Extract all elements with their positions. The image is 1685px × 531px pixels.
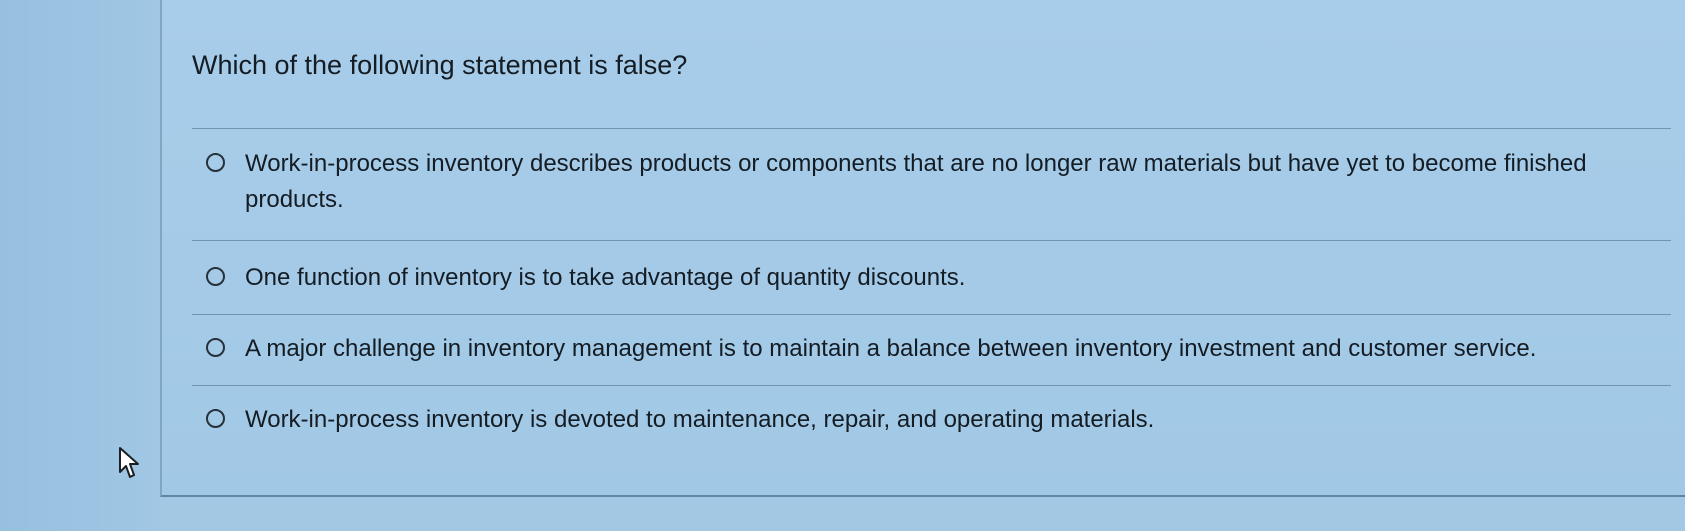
- answer-option-1[interactable]: Work-in-process inventory describes prod…: [206, 146, 1637, 218]
- divider: [192, 128, 1671, 129]
- question-text: Which of the following statement is fals…: [192, 50, 688, 80]
- radio-unchecked-icon[interactable]: [206, 338, 225, 357]
- radio-unchecked-icon[interactable]: [206, 153, 225, 172]
- divider: [192, 314, 1671, 315]
- divider: [192, 240, 1671, 241]
- radio-unchecked-icon[interactable]: [206, 267, 225, 286]
- answer-option-2[interactable]: One function of inventory is to take adv…: [206, 260, 1637, 296]
- answer-option-label: One function of inventory is to take adv…: [245, 264, 966, 291]
- divider: [192, 385, 1671, 386]
- answer-option-3[interactable]: A major challenge in inventory managemen…: [206, 331, 1637, 367]
- answer-option-label: A major challenge in inventory managemen…: [245, 335, 1537, 362]
- page-background: Which of the following statement is fals…: [0, 0, 1685, 531]
- answer-option-4[interactable]: Work-in-process inventory is devoted to …: [206, 402, 1637, 438]
- mouse-pointer-icon: [119, 447, 139, 478]
- question-card: Which of the following statement is fals…: [160, 0, 1685, 497]
- answer-option-label: Work-in-process inventory is devoted to …: [245, 406, 1155, 433]
- radio-unchecked-icon[interactable]: [206, 409, 225, 428]
- answer-option-label: Work-in-process inventory describes prod…: [245, 150, 1587, 213]
